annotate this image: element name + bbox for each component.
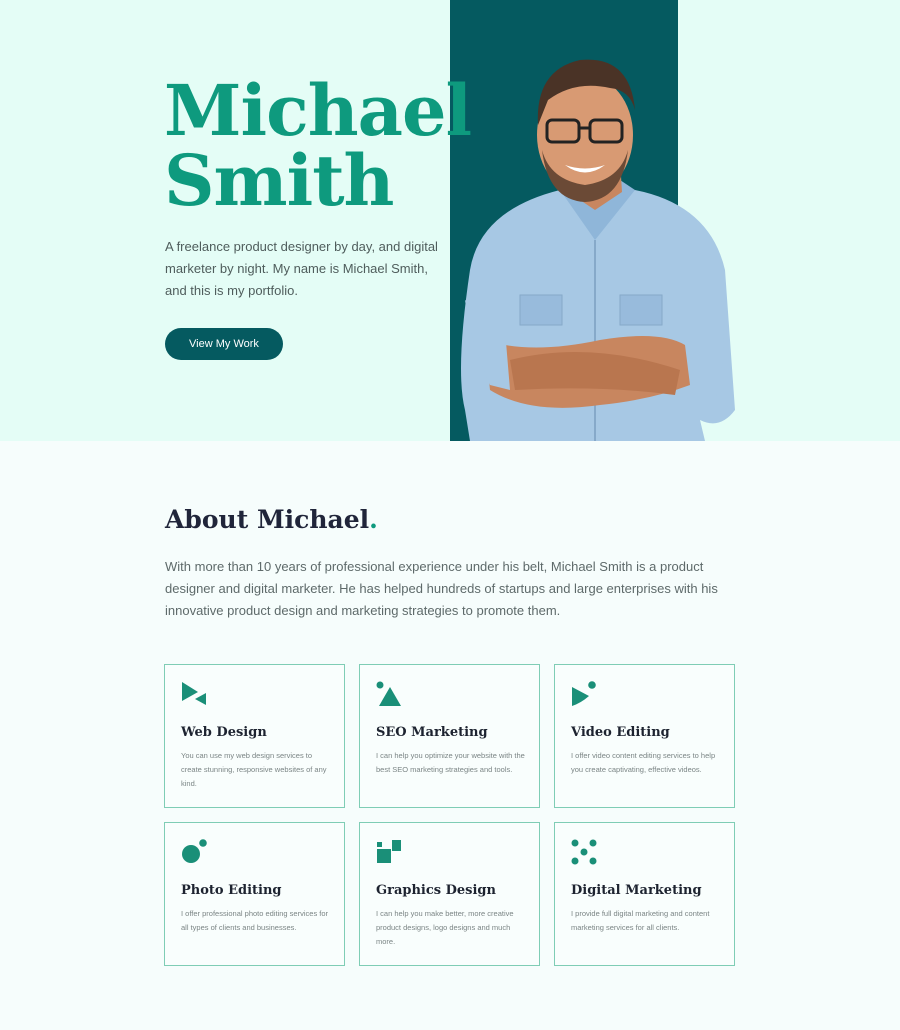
- service-description: I can help you make better, more creativ…: [376, 909, 514, 946]
- service-card-photo-editing[interactable]: Photo Editing I offer professional photo…: [164, 822, 345, 966]
- service-card-web-design[interactable]: Web Design You can use my web design ser…: [164, 664, 345, 808]
- circles-icon: [182, 839, 207, 863]
- hero-name-first: Michael: [164, 69, 472, 152]
- dots-grid-icon: [571, 839, 597, 865]
- triangle-dot-icon: [376, 681, 401, 706]
- service-card-video-editing[interactable]: Video Editing I offer video content edit…: [554, 664, 735, 808]
- about-title-dot: .: [369, 505, 378, 534]
- service-title: SEO Marketing: [376, 725, 488, 740]
- service-card-digital-marketing[interactable]: Digital Marketing I provide full digital…: [554, 822, 735, 966]
- portrait-image: [461, 59, 735, 441]
- view-my-work-button[interactable]: View My Work: [165, 328, 283, 360]
- hero-name: Michael Smith: [164, 69, 472, 222]
- about-title: About Michael.: [165, 505, 378, 534]
- service-title: Digital Marketing: [571, 883, 702, 898]
- hero-name-last: Smith: [164, 139, 394, 222]
- hero-intro: A freelance product designer by day, and…: [165, 239, 438, 298]
- service-description: I provide full digital marketing and con…: [571, 909, 710, 932]
- service-card-graphics-design[interactable]: Graphics Design I can help you make bett…: [359, 822, 540, 966]
- service-title: Photo Editing: [181, 883, 282, 898]
- service-title: Video Editing: [571, 725, 670, 740]
- service-description: I offer professional photo editing servi…: [181, 909, 329, 932]
- about-text: With more than 10 years of professional …: [165, 559, 718, 618]
- about-title-text: About Michael: [165, 505, 370, 534]
- play-triangles-icon: [182, 682, 206, 705]
- service-description: I can help you optimize your website wit…: [376, 751, 525, 774]
- service-title: Graphics Design: [376, 883, 496, 898]
- service-description: I offer video content editing services t…: [571, 751, 716, 774]
- service-description: You can use my web design services to cr…: [181, 751, 327, 788]
- service-card-seo-marketing[interactable]: SEO Marketing I can help you optimize yo…: [359, 664, 540, 808]
- hero-section: Michael Smith A freelance product design…: [0, 0, 900, 441]
- service-title: Web Design: [181, 725, 267, 740]
- play-dot-icon: [572, 681, 596, 706]
- squares-icon: [377, 840, 401, 863]
